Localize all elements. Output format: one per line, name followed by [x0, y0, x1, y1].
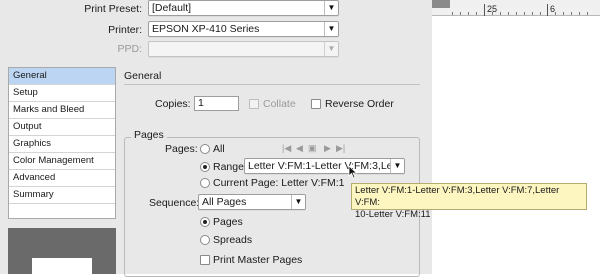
collate-checkbox [249, 99, 259, 109]
sidebar-item-graphics[interactable]: Graphics [9, 136, 115, 153]
chevron-down-icon: ▼ [324, 42, 338, 56]
sidebar-item-general[interactable]: General [9, 68, 115, 85]
range-radio[interactable] [200, 162, 210, 172]
category-list: General Setup Marks and Bleed Output Gra… [8, 67, 116, 219]
print-preset-select[interactable]: [Default] ▼ [148, 0, 339, 16]
copies-label: Copies: [155, 98, 191, 110]
pages-label: Pages: [165, 143, 198, 155]
preview-page [32, 258, 92, 274]
last-page-icon[interactable]: ▶| [336, 143, 345, 154]
collate-label: Collate [263, 98, 296, 110]
current-page-radio[interactable] [200, 178, 210, 188]
ruler-tick [516, 12, 517, 15]
chevron-down-icon: ▼ [324, 1, 338, 15]
ruler-tick [460, 12, 461, 15]
ruler-tick [563, 12, 564, 15]
ruler-tick [468, 12, 469, 15]
sidebar-item-summary[interactable]: Summary [9, 187, 115, 204]
ppd-select: ▼ [148, 41, 339, 57]
spreads-radio-label: Spreads [213, 234, 253, 246]
spreads-radio[interactable] [200, 235, 210, 245]
current-page-label: Current Page: Letter V:FM:1 [213, 177, 345, 189]
ruler-tick [476, 12, 477, 15]
ruler-tick [500, 12, 501, 15]
chevron-down-icon: ▼ [324, 22, 338, 36]
first-page-icon[interactable]: |◀ [282, 143, 291, 154]
sidebar-item-color-management[interactable]: Color Management [9, 153, 115, 170]
ruler-major-tick [547, 4, 548, 16]
sequence-select[interactable]: All Pages ▼ [198, 194, 306, 210]
pages-group-title: Pages [131, 129, 167, 141]
prev-page-icon[interactable]: ◀ [296, 143, 303, 154]
copies-input[interactable]: 1 [194, 96, 239, 111]
ruler-tick [452, 12, 453, 15]
ruler-tick [492, 12, 493, 15]
document-canvas: 25 6 [432, 0, 600, 274]
print-preview [8, 228, 116, 274]
ppd-label: PPD: [117, 43, 142, 55]
section-divider [124, 84, 420, 85]
sidebar-item-advanced[interactable]: Advanced [9, 170, 115, 187]
chevron-down-icon: ▼ [390, 159, 404, 173]
ruler-tick [508, 12, 509, 15]
range-tooltip: Letter V:FM:1-Letter V:FM:3,Letter V:FM:… [351, 183, 587, 220]
horizontal-ruler: 25 6 [432, 0, 600, 16]
reverse-order-label: Reverse Order [325, 98, 394, 110]
chevron-down-icon: ▼ [291, 195, 305, 209]
tooltip-line-2: 10-Letter V:FM:11 [355, 209, 431, 220]
all-label: All [213, 143, 225, 155]
ruler-tick [579, 12, 580, 15]
section-title: General [124, 70, 162, 82]
reverse-order-checkbox[interactable] [311, 99, 321, 109]
range-label: Range: [213, 161, 247, 173]
ruler-tick [555, 12, 556, 15]
ruler-tick [587, 12, 588, 15]
ruler-tick [540, 12, 541, 15]
pages-radio[interactable] [200, 217, 210, 227]
pages-radio-label: Pages [213, 216, 243, 228]
ruler-tick [571, 12, 572, 15]
ruler-shade [432, 0, 450, 8]
range-combobox[interactable]: Letter V:FM:1-Letter V:FM:3,Lett ▼ [244, 158, 405, 174]
print-master-pages-label: Print Master Pages [213, 254, 303, 266]
mouse-cursor-icon [348, 165, 358, 179]
printer-select[interactable]: EPSON XP-410 Series ▼ [148, 21, 339, 37]
printer-label: Printer: [108, 24, 142, 36]
all-radio[interactable] [200, 144, 210, 154]
print-master-pages-checkbox[interactable] [200, 255, 210, 265]
sidebar-item-marks-and-bleed[interactable]: Marks and Bleed [9, 102, 115, 119]
next-page-icon[interactable]: ▶ [324, 143, 331, 154]
tooltip-line-1: Letter V:FM:1-Letter V:FM:3,Letter V:FM:… [355, 185, 560, 208]
print-preset-label: Print Preset: [84, 3, 142, 15]
pages-icon[interactable]: ▣ [308, 143, 317, 154]
ruler-tick [532, 12, 533, 15]
sidebar-item-output[interactable]: Output [9, 119, 115, 136]
ruler-major-tick [484, 4, 485, 16]
sequence-label: Sequence: [149, 197, 200, 209]
print-dialog: Print Preset: [Default] ▼ Printer: EPSON… [0, 0, 432, 277]
sidebar-item-setup[interactable]: Setup [9, 85, 115, 102]
ruler-tick [524, 12, 525, 15]
